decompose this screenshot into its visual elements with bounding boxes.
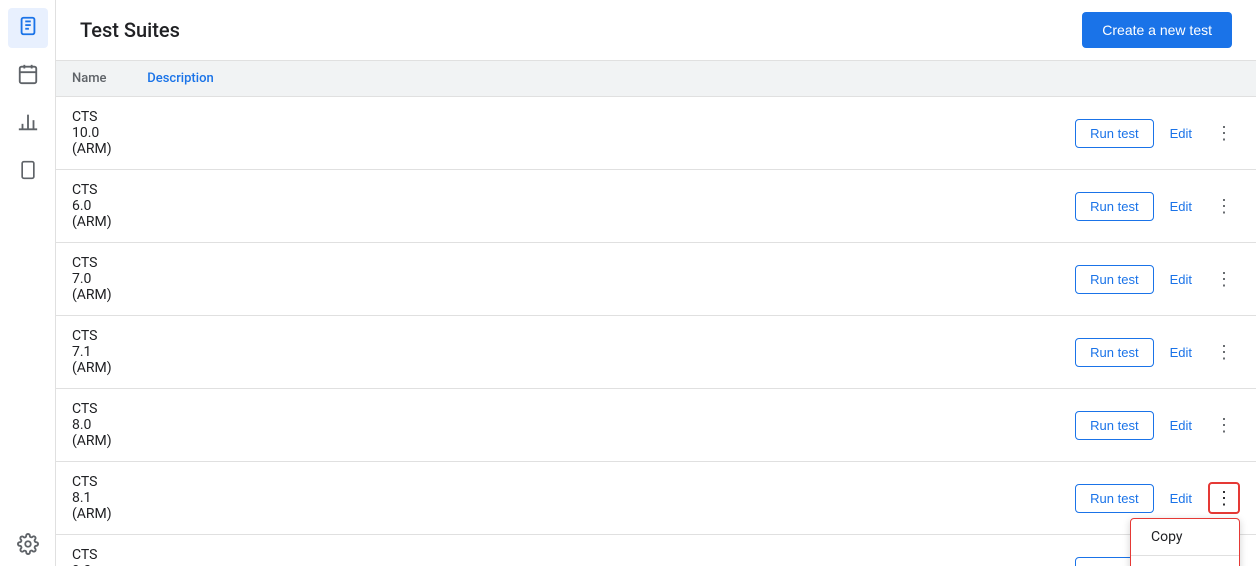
table-row: CTS 6.0 (ARM) Run test Edit ⋮ (56, 170, 1256, 243)
table-row: CTS 7.1 (ARM) Run test Edit ⋮ (56, 316, 1256, 389)
bar-chart-icon (17, 111, 39, 138)
more-options-button[interactable]: ⋮ (1208, 482, 1240, 514)
run-test-button[interactable]: Run test (1075, 192, 1153, 221)
table-row: CTS 8.0 (ARM) Run test Edit ⋮ (56, 389, 1256, 462)
row-actions: Run test Edit ⋮ (1059, 243, 1256, 316)
run-test-button[interactable]: Run test (1075, 338, 1153, 367)
edit-button[interactable]: Edit (1162, 412, 1200, 439)
run-test-button[interactable]: Run test (1075, 484, 1153, 513)
row-name: CTS 6.0 (ARM) (56, 170, 131, 243)
row-name: CTS 7.0 (ARM) (56, 243, 131, 316)
create-new-test-button[interactable]: Create a new test (1082, 12, 1232, 48)
sidebar-item-schedules[interactable] (8, 56, 48, 96)
row-description (131, 462, 1059, 535)
more-options-button[interactable]: ⋮ (1208, 190, 1240, 222)
table-header-row: Name Description (56, 61, 1256, 97)
run-test-button[interactable]: Run test (1075, 119, 1153, 148)
row-description (131, 389, 1059, 462)
clipboard-icon (17, 15, 39, 42)
row-actions: Run test Edit ⋮ (1059, 316, 1256, 389)
table-row: CTS 8.1 (ARM)Run testEdit⋮CopyDelete (56, 462, 1256, 535)
row-actions: Run test Edit ⋮ (1059, 389, 1256, 462)
run-test-button[interactable]: Run test (1075, 265, 1153, 294)
more-options-button[interactable]: ⋮ (1208, 263, 1240, 295)
header: Test Suites Create a new test (56, 0, 1256, 61)
row-name: CTS 9.0 (ARM) (56, 535, 131, 566)
row-actions: Run testEdit⋮CopyDelete (1059, 462, 1256, 535)
table-container: Name Description CTS 10.0 (ARM) Run test E… (56, 61, 1256, 566)
phone-icon (18, 159, 38, 186)
row-actions: Run test Edit ⋮ (1059, 170, 1256, 243)
row-description (131, 535, 1059, 566)
sidebar (0, 0, 56, 566)
row-name: CTS 7.1 (ARM) (56, 316, 131, 389)
dropdown-item-copy[interactable]: Copy (1131, 519, 1239, 556)
main-content: Test Suites Create a new test Name Descr… (56, 0, 1256, 566)
more-options-button[interactable]: ⋮ (1208, 336, 1240, 368)
run-test-button[interactable]: Run test (1075, 411, 1153, 440)
row-name: CTS 8.1 (ARM) (56, 462, 131, 535)
edit-button[interactable]: Edit (1162, 266, 1200, 293)
table-row: CTS 10.0 (ARM) Run test Edit ⋮ (56, 97, 1256, 170)
row-description (131, 170, 1059, 243)
table-row: CTS 9.0 (ARM)Run testEdit⋮ (56, 535, 1256, 566)
edit-button[interactable]: Edit (1162, 339, 1200, 366)
page-title: Test Suites (80, 18, 180, 42)
sidebar-item-settings[interactable] (8, 526, 48, 566)
row-name: CTS 10.0 (ARM) (56, 97, 131, 170)
test-suites-table: Name Description CTS 10.0 (ARM) Run test E… (56, 61, 1256, 566)
more-options-button[interactable]: ⋮ (1208, 117, 1240, 149)
edit-button[interactable]: Edit (1162, 120, 1200, 147)
row-description (131, 97, 1059, 170)
edit-button[interactable]: Edit (1162, 485, 1200, 512)
more-options-button[interactable]: ⋮ (1208, 409, 1240, 441)
table-row: CTS 7.0 (ARM) Run test Edit ⋮ (56, 243, 1256, 316)
description-column-header: Description (131, 61, 1059, 97)
sidebar-item-results[interactable] (8, 104, 48, 144)
row-description (131, 316, 1059, 389)
row-name: CTS 8.0 (ARM) (56, 389, 131, 462)
name-column-header: Name (56, 61, 131, 97)
dropdown-menu: CopyDelete (1130, 518, 1240, 566)
row-description (131, 243, 1059, 316)
row-actions: Run test Edit ⋮ (1059, 97, 1256, 170)
sidebar-item-test-suites[interactable] (8, 8, 48, 48)
sidebar-item-devices[interactable] (8, 152, 48, 192)
edit-button[interactable]: Edit (1162, 193, 1200, 220)
dropdown-item-delete[interactable]: Delete (1131, 556, 1239, 566)
settings-icon (17, 533, 39, 560)
calendar-icon (17, 63, 39, 90)
